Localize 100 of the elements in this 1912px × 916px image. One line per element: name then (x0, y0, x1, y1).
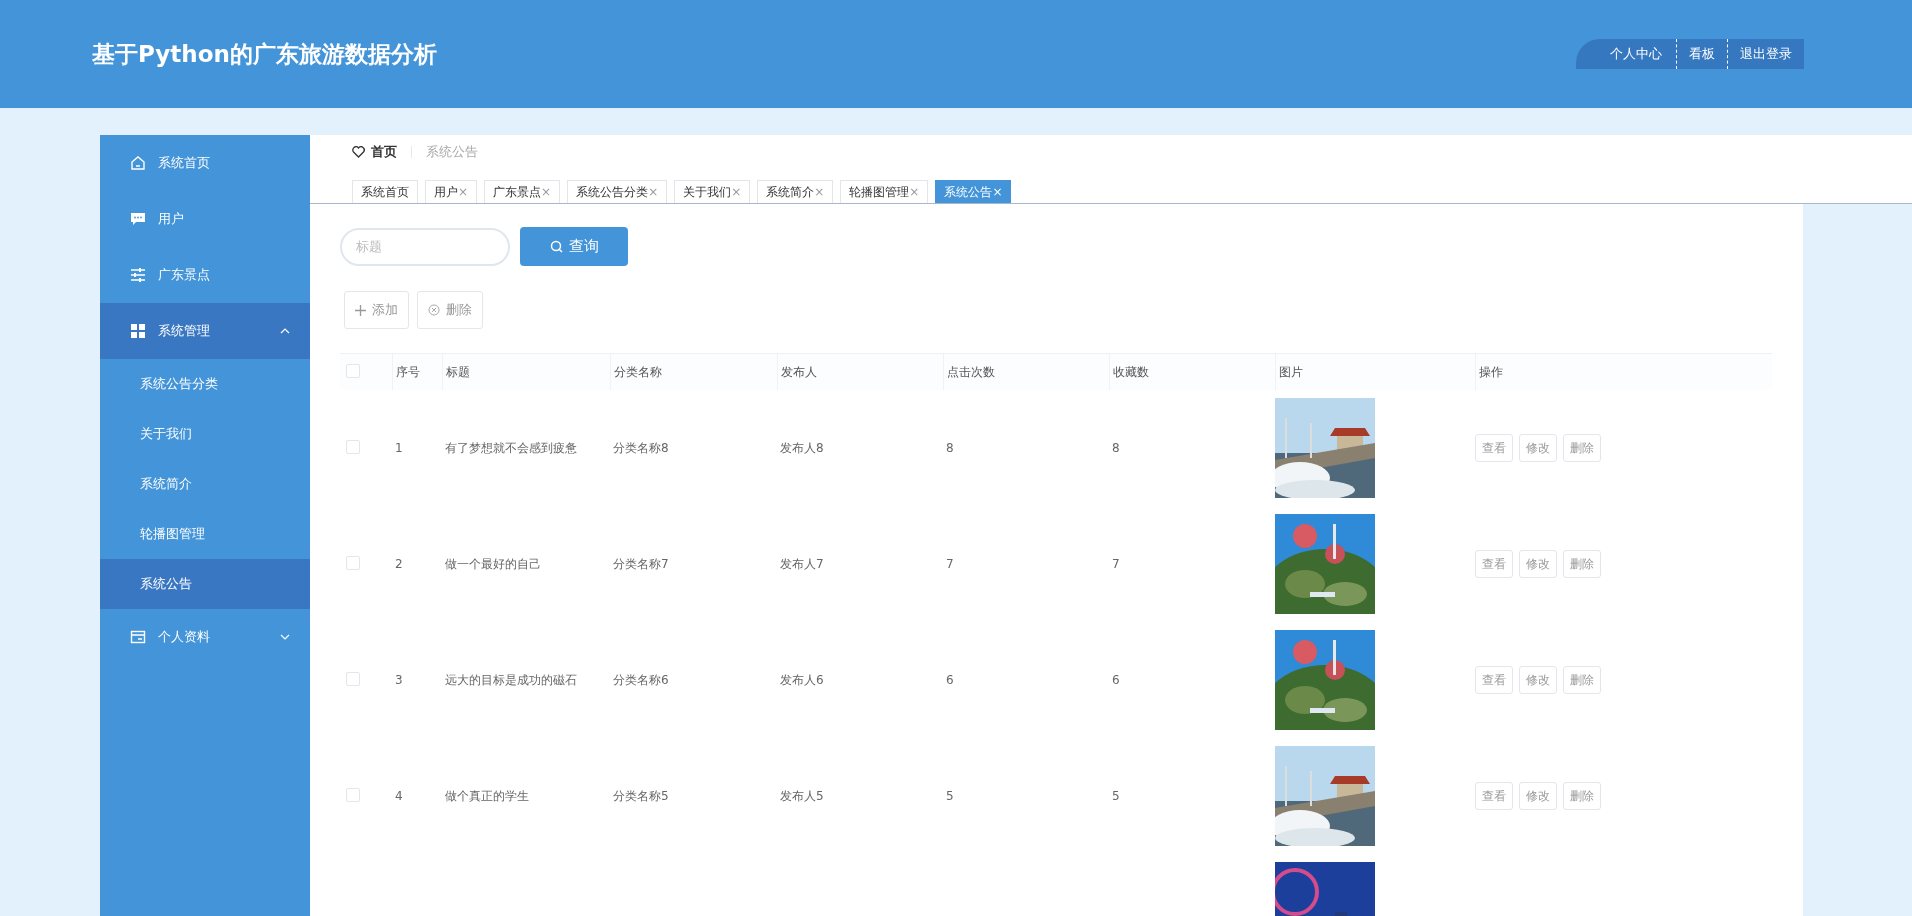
row-action-button[interactable]: 删除 (1563, 666, 1601, 694)
sliders-icon (130, 267, 146, 283)
column-header: 收藏数 (1109, 354, 1275, 390)
column-header: 点击次数 (943, 354, 1109, 390)
card-icon (130, 629, 146, 645)
table-cell-text: 有了梦想就不会感到疲惫 (444, 439, 578, 457)
table-cell-text: 1 (394, 441, 404, 455)
table-cell-text: 6 (1111, 673, 1121, 687)
row-action-button[interactable]: 修改 (1519, 666, 1557, 694)
table-cell-text: 发布人7 (779, 555, 825, 573)
row-action-button[interactable]: 删除 (1563, 434, 1601, 462)
table-cell-text: 5 (1111, 789, 1121, 803)
column-header: 标题 (442, 354, 610, 390)
row-action-button[interactable]: 查看 (1475, 550, 1513, 578)
search-icon (549, 240, 563, 253)
table-cell-text: 发布人6 (779, 671, 825, 689)
table-cell-text: 做一个最好的自己 (444, 555, 542, 573)
row-action-button[interactable]: 查看 (1475, 666, 1513, 694)
chat-icon (130, 211, 146, 227)
sidebar-subitem[interactable]: 关于我们 (100, 409, 310, 459)
page-tab[interactable]: 系统公告× (935, 180, 1012, 203)
page-tab[interactable]: 系统简介× (757, 180, 834, 203)
search-button[interactable]: 查询 (520, 227, 628, 266)
sidebar-label: 系统管理 (158, 322, 210, 340)
table-cell-text: 5 (945, 789, 955, 803)
search-field[interactable]: 标题 (340, 227, 510, 266)
table-cell-text: 8 (945, 441, 955, 455)
checkbox[interactable] (346, 671, 360, 686)
breadcrumb-current: 系统公告 (426, 143, 478, 161)
sidebar-label: 广东景点 (158, 266, 210, 284)
sidebar-label: 系统首页 (158, 154, 210, 172)
row-action-button[interactable]: 查看 (1475, 434, 1513, 462)
close-icon[interactable]: × (648, 185, 659, 199)
table-cell-text: 分类名称5 (612, 787, 670, 805)
chevron-up-icon (280, 328, 290, 334)
close-icon[interactable]: × (458, 185, 469, 199)
row-action-button[interactable]: 查看 (1475, 782, 1513, 810)
column-header: 图片 (1275, 354, 1475, 390)
sidebar-subitem[interactable]: 系统公告 (100, 559, 310, 609)
checkbox[interactable] (346, 439, 360, 454)
page-tab[interactable]: 广东景点× (484, 180, 561, 203)
close-icon[interactable]: × (814, 185, 825, 199)
heart-icon (352, 146, 365, 158)
page-tab[interactable]: 关于我们× (674, 180, 751, 203)
add-button[interactable]: 添加 (344, 291, 409, 329)
page-tab[interactable]: 系统公告分类× (567, 180, 668, 203)
header-link[interactable]: 个人中心 (1596, 39, 1676, 69)
close-circle-icon (428, 304, 440, 316)
sidebar-subitem[interactable]: 轮播图管理 (100, 509, 310, 559)
page-tab[interactable]: 用户× (425, 180, 478, 203)
app-title: 基于Python的广东旅游数据分析 (92, 39, 437, 69)
close-icon[interactable]: × (541, 185, 552, 199)
table-cell-text: 分类名称6 (612, 671, 670, 689)
column-header: 分类名称 (610, 354, 777, 390)
table-cell-text: 8 (1111, 441, 1121, 455)
delete-button[interactable]: 删除 (417, 291, 483, 329)
chevron-down-icon (280, 634, 290, 640)
table-cell-text: 远大的目标是成功的磁石 (444, 671, 578, 689)
page-tab[interactable]: 系统首页 (352, 180, 418, 203)
sidebar-item[interactable]: 个人资料 (100, 609, 310, 665)
column-header: 序号 (392, 354, 442, 390)
sidebar-item[interactable]: 系统首页 (100, 135, 310, 191)
checkbox[interactable] (346, 363, 360, 378)
header-link[interactable]: 看板 (1676, 39, 1727, 69)
checkbox[interactable] (346, 787, 360, 802)
sidebar-subitem[interactable]: 系统简介 (100, 459, 310, 509)
close-icon[interactable]: × (731, 185, 742, 199)
row-action-button[interactable]: 修改 (1519, 550, 1557, 578)
table-cell-text: 发布人8 (779, 439, 825, 457)
close-icon[interactable]: × (992, 185, 1003, 199)
breadcrumb-home[interactable]: 首页 (371, 143, 397, 161)
close-icon[interactable]: × (909, 185, 920, 199)
column-header: 发布人 (777, 354, 943, 390)
table-cell-text: 3 (394, 673, 404, 687)
table-cell-text: 7 (1111, 557, 1121, 571)
row-action-button[interactable]: 删除 (1563, 550, 1601, 578)
page-tab[interactable]: 轮播图管理× (840, 180, 929, 203)
sidebar-item[interactable]: 广东景点 (100, 247, 310, 303)
table-cell-text: 发布人5 (779, 787, 825, 805)
plus-icon (355, 304, 366, 316)
table-cell-text: 做个真正的学生 (444, 787, 530, 805)
table-cell-text: 4 (394, 789, 404, 803)
table-cell-text: 分类名称8 (612, 439, 670, 457)
sidebar-item[interactable]: 系统管理 (100, 303, 310, 359)
table-cell-text: 6 (945, 673, 955, 687)
sidebar-label: 用户 (158, 210, 184, 228)
sidebar-label: 个人资料 (158, 628, 210, 646)
row-action-button[interactable]: 删除 (1563, 782, 1601, 810)
table-cell-text: 分类名称7 (612, 555, 670, 573)
column-header: 操作 (1475, 354, 1772, 390)
table-cell-text: 7 (945, 557, 955, 571)
header-link[interactable]: 退出登录 (1727, 39, 1804, 69)
grid-icon (130, 323, 146, 339)
row-action-button[interactable]: 修改 (1519, 434, 1557, 462)
checkbox[interactable] (346, 555, 360, 570)
table-cell-text: 2 (394, 557, 404, 571)
sidebar-subitem[interactable]: 系统公告分类 (100, 359, 310, 409)
sidebar-item[interactable]: 用户 (100, 191, 310, 247)
row-action-button[interactable]: 修改 (1519, 782, 1557, 810)
home-icon (130, 155, 146, 171)
